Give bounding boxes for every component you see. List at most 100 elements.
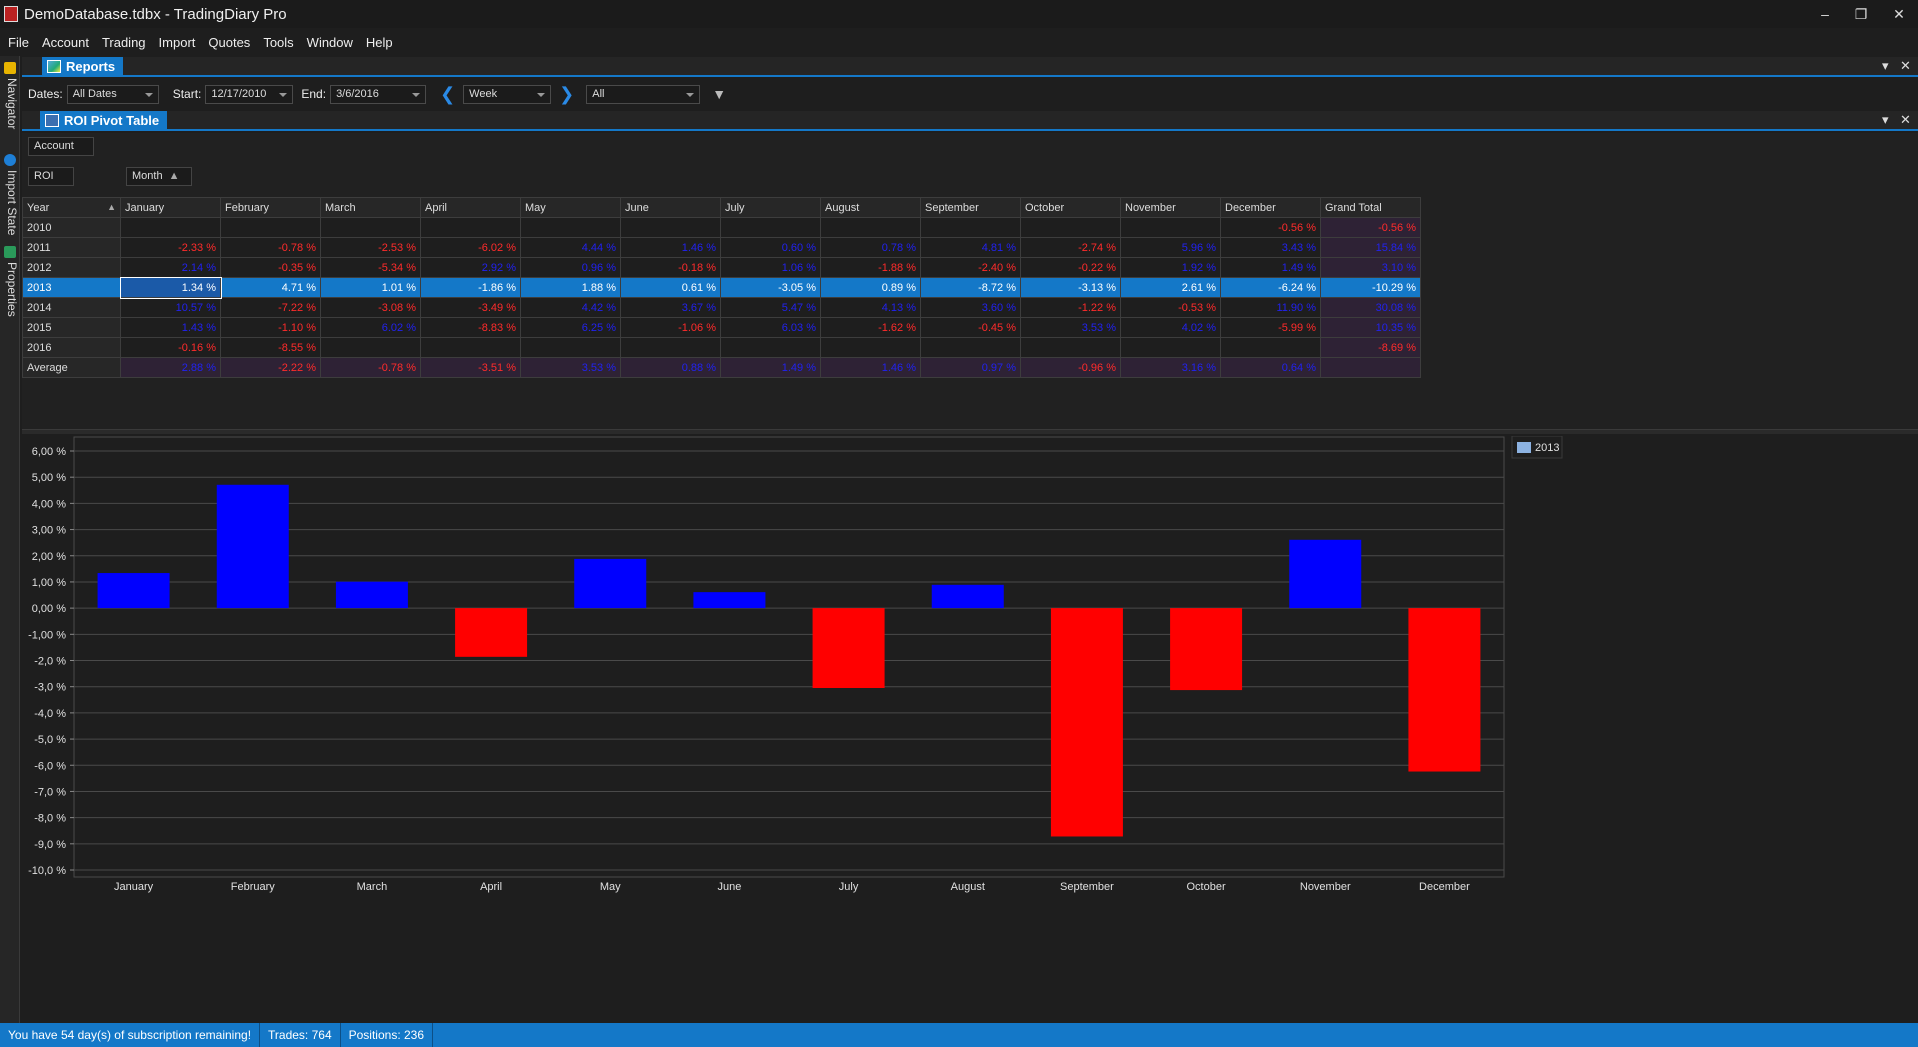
filter-field-account[interactable]: Account — [28, 137, 94, 156]
table-cell[interactable]: 6.02 % — [320, 317, 421, 338]
menu-import[interactable]: Import — [159, 35, 196, 50]
table-cell[interactable] — [920, 217, 1021, 238]
dock-tab-navigator[interactable]: Navigator — [1, 60, 19, 140]
table-cell[interactable]: 1.46 % — [620, 237, 721, 258]
table-cell[interactable]: -1.88 % — [820, 257, 921, 278]
table-cell[interactable]: 3.53 % — [1020, 317, 1121, 338]
table-cell[interactable]: 0.88 % — [620, 357, 721, 378]
period-select[interactable]: Week — [463, 84, 552, 104]
table-cell[interactable]: -0.53 % — [1120, 297, 1221, 318]
table-cell[interactable]: -10.29 % — [1320, 277, 1421, 298]
table-cell[interactable] — [620, 217, 721, 238]
table-cell[interactable]: 1.92 % — [1120, 257, 1221, 278]
table-cell[interactable]: 3.10 % — [1320, 257, 1421, 278]
menu-trading[interactable]: Trading — [102, 35, 146, 50]
table-cell[interactable]: 6.03 % — [720, 317, 821, 338]
table-cell[interactable]: -0.16 % — [120, 337, 221, 358]
row-header[interactable]: 2013 — [22, 277, 121, 298]
row-header[interactable]: Average — [22, 357, 121, 378]
table-cell[interactable] — [220, 217, 321, 238]
menu-quotes[interactable]: Quotes — [208, 35, 250, 50]
table-cell[interactable]: -5.99 % — [1220, 317, 1321, 338]
table-cell[interactable]: 1.49 % — [1220, 257, 1321, 278]
table-cell[interactable]: 2.61 % — [1120, 277, 1221, 298]
table-cell[interactable]: -6.24 % — [1220, 277, 1321, 298]
table-cell[interactable] — [720, 217, 821, 238]
close-window-button[interactable]: ✕ — [1886, 4, 1912, 24]
table-cell[interactable]: -1.22 % — [1020, 297, 1121, 318]
column-header[interactable]: November — [1120, 197, 1221, 218]
table-cell[interactable]: -5.34 % — [320, 257, 421, 278]
data-field-roi[interactable]: ROI — [28, 167, 74, 186]
table-cell[interactable]: 1.01 % — [320, 277, 421, 298]
menu-tools[interactable]: Tools — [263, 35, 293, 50]
row-header[interactable]: 2016 — [22, 337, 121, 358]
table-cell[interactable]: 4.02 % — [1120, 317, 1221, 338]
table-cell[interactable]: -1.86 % — [420, 277, 521, 298]
table-row[interactable]: 2010 -0.56 % -0.56 % — [22, 217, 1421, 238]
row-field-year[interactable]: Year ▲ — [22, 197, 121, 218]
table-row[interactable]: 2014 10.57 % -7.22 % -3.08 % -3.49 % 4.42 % 3.… — [22, 297, 1421, 318]
table-cell[interactable] — [720, 337, 821, 358]
table-cell[interactable]: -8.83 % — [420, 317, 521, 338]
table-cell[interactable]: 0.64 % — [1220, 357, 1321, 378]
table-cell[interactable] — [520, 217, 621, 238]
table-cell[interactable]: 2.88 % — [120, 357, 221, 378]
menu-file[interactable]: File — [8, 35, 29, 50]
table-cell[interactable]: -8.55 % — [220, 337, 321, 358]
table-cell[interactable] — [620, 337, 721, 358]
column-header[interactable]: March — [320, 197, 421, 218]
menu-window[interactable]: Window — [307, 35, 353, 50]
splitter-handle[interactable] — [22, 429, 1918, 434]
column-header[interactable]: January — [120, 197, 221, 218]
table-cell[interactable] — [820, 337, 921, 358]
column-header[interactable]: August — [820, 197, 921, 218]
table-cell[interactable]: 10.57 % — [120, 297, 221, 318]
table-cell[interactable]: 2.92 % — [420, 257, 521, 278]
table-cell[interactable]: 30.08 % — [1320, 297, 1421, 318]
column-header[interactable]: October — [1020, 197, 1121, 218]
column-header[interactable]: April — [420, 197, 521, 218]
table-cell[interactable]: 3.43 % — [1220, 237, 1321, 258]
column-header[interactable]: July — [720, 197, 821, 218]
table-cell[interactable]: 0.97 % — [920, 357, 1021, 378]
table-cell[interactable]: -0.22 % — [1020, 257, 1121, 278]
table-cell[interactable]: -1.06 % — [620, 317, 721, 338]
table-cell[interactable]: -3.13 % — [1020, 277, 1121, 298]
restore-button[interactable]: ❐ — [1848, 4, 1874, 24]
close-pivot-icon[interactable]: ✕ — [1900, 112, 1911, 128]
column-field-month[interactable]: Month ▲ — [126, 167, 192, 186]
table-cell[interactable]: 4.44 % — [520, 237, 621, 258]
tab-reports[interactable]: Reports — [42, 57, 124, 77]
tab-roi-pivot-table[interactable]: ROI Pivot Table — [40, 111, 168, 131]
table-cell[interactable]: 3.60 % — [920, 297, 1021, 318]
close-reports-icon[interactable]: ✕ — [1900, 58, 1911, 74]
table-cell[interactable] — [1320, 357, 1421, 378]
table-cell[interactable] — [420, 217, 521, 238]
column-header[interactable]: June — [620, 197, 721, 218]
table-cell[interactable] — [320, 217, 421, 238]
table-cell[interactable]: -1.10 % — [220, 317, 321, 338]
column-header[interactable]: May — [520, 197, 621, 218]
table-row[interactable]: 2011 -2.33 % -0.78 % -2.53 % -6.02 % 4.44 % 1.… — [22, 237, 1421, 258]
table-cell[interactable]: 2.14 % — [120, 257, 221, 278]
table-cell[interactable]: 4.42 % — [520, 297, 621, 318]
table-cell[interactable]: 6.25 % — [520, 317, 621, 338]
column-header[interactable]: December — [1220, 197, 1321, 218]
row-header[interactable]: 2015 — [22, 317, 121, 338]
table-cell[interactable]: -3.08 % — [320, 297, 421, 318]
table-cell[interactable]: 3.67 % — [620, 297, 721, 318]
dock-tab-properties[interactable]: Properties — [1, 244, 19, 344]
table-cell[interactable]: 0.61 % — [620, 277, 721, 298]
table-cell[interactable] — [120, 217, 221, 238]
table-cell[interactable]: -0.45 % — [920, 317, 1021, 338]
table-cell[interactable]: -0.78 % — [220, 237, 321, 258]
menu-account[interactable]: Account — [42, 35, 89, 50]
table-cell[interactable] — [1020, 337, 1121, 358]
table-cell[interactable]: 0.89 % — [820, 277, 921, 298]
pivot-tab-menu-dropdown-icon[interactable]: ▾ — [1882, 112, 1889, 128]
next-period-icon[interactable]: ❯ — [559, 85, 574, 103]
table-cell[interactable]: 0.60 % — [720, 237, 821, 258]
dates-select[interactable]: All Dates — [66, 84, 159, 104]
table-cell[interactable]: -8.69 % — [1320, 337, 1421, 358]
